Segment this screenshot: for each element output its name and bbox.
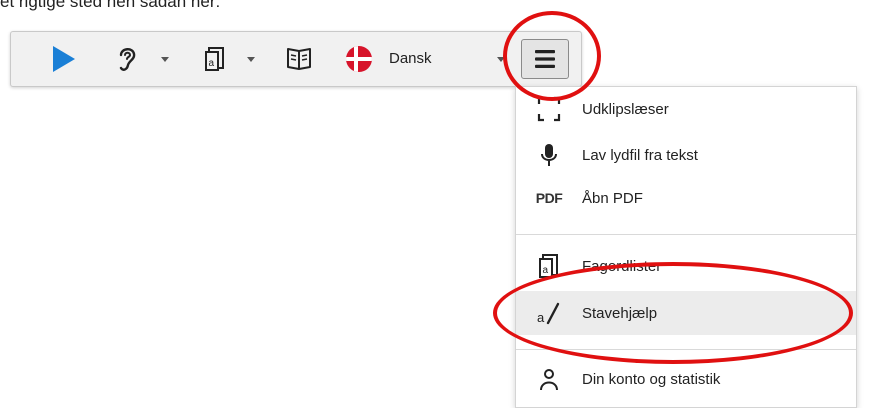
menu-item-label: Lav lydfil fra tekst bbox=[582, 146, 698, 164]
menu-separator bbox=[516, 234, 856, 235]
instruction-text: et rigtige sted hen sådan her: bbox=[0, 0, 221, 11]
menu-item-label: Fagordlister bbox=[582, 257, 662, 275]
ear-icon bbox=[119, 48, 136, 71]
menu-item-word-lists[interactable]: a Fagordlister bbox=[516, 244, 856, 288]
clipboard-reader-icon bbox=[536, 94, 562, 124]
menu-item-spelling-help[interactable]: a Stavehjælp bbox=[516, 291, 856, 335]
menu-separator bbox=[516, 349, 856, 350]
menu-item-label: Åbn PDF bbox=[582, 189, 643, 207]
svg-text:a: a bbox=[537, 310, 545, 325]
play-icon bbox=[53, 46, 75, 72]
word-list-caret[interactable] bbox=[247, 57, 255, 62]
menu-item-clipboard-reader[interactable]: Udklipslæser bbox=[516, 87, 856, 131]
menu-item-audio-from-text[interactable]: Lav lydfil fra tekst bbox=[516, 133, 856, 177]
play-button[interactable] bbox=[51, 32, 77, 86]
read-options-caret[interactable] bbox=[161, 57, 169, 62]
open-book-icon bbox=[287, 48, 311, 70]
word-list-button[interactable]: a bbox=[204, 32, 226, 86]
language-selector[interactable] bbox=[345, 32, 373, 86]
language-caret[interactable] bbox=[497, 57, 505, 62]
menu-item-open-pdf[interactable]: PDF Åbn PDF bbox=[516, 176, 856, 220]
svg-text:a: a bbox=[209, 58, 215, 69]
menu-item-label: Udklipslæser bbox=[582, 100, 669, 118]
word-list-icon: a bbox=[205, 47, 224, 71]
spelling-help-icon: a bbox=[536, 298, 562, 328]
svg-text:a: a bbox=[543, 265, 549, 276]
read-aloud-button[interactable] bbox=[115, 32, 139, 86]
language-label[interactable]: Dansk bbox=[389, 50, 432, 67]
menu-item-label: Stavehjælp bbox=[582, 304, 658, 322]
word-list-icon: a bbox=[536, 251, 562, 281]
toolbar: a Dansk bbox=[10, 31, 582, 87]
menu-button[interactable] bbox=[521, 39, 569, 79]
account-icon bbox=[536, 364, 562, 394]
hamburger-menu-icon bbox=[535, 50, 555, 68]
menu-item-label: Din konto og statistik bbox=[582, 370, 721, 388]
danish-flag-icon bbox=[346, 46, 372, 72]
menu-item-account-statistics[interactable]: Din konto og statistik bbox=[516, 357, 856, 401]
dictionary-button[interactable] bbox=[285, 32, 313, 86]
microphone-icon bbox=[536, 140, 562, 170]
pdf-icon: PDF bbox=[535, 190, 563, 206]
main-menu-dropdown: Udklipslæser Lav lydfil fra tekst PDF Åb… bbox=[515, 86, 857, 408]
